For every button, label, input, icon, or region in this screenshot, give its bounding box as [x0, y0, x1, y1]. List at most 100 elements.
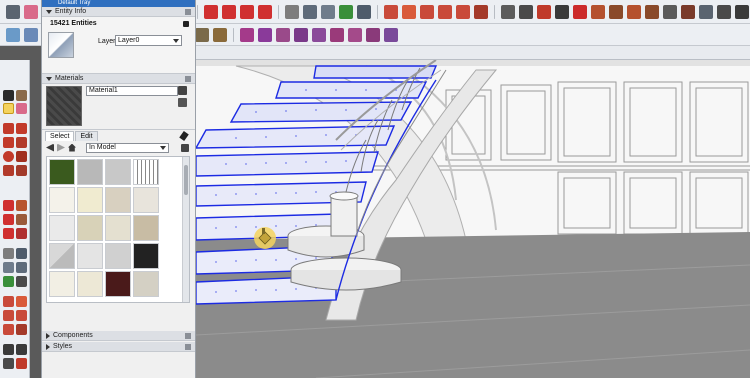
position-camera-icon[interactable]	[3, 344, 14, 355]
entity-info-header[interactable]: Entity Info	[42, 7, 195, 17]
material-swatch[interactable]	[77, 215, 103, 241]
select-arrow-icon[interactable]	[6, 4, 20, 19]
zoom-icon[interactable]	[3, 310, 14, 321]
home-icon[interactable]	[68, 143, 76, 152]
rectangle-icon[interactable]	[3, 137, 14, 148]
dimension-icon[interactable]	[357, 4, 371, 19]
components-section[interactable]: Components	[42, 331, 195, 341]
material-swatch[interactable]	[133, 243, 159, 269]
protractor-icon[interactable]	[3, 262, 14, 273]
material-swatch[interactable]	[105, 271, 131, 297]
offset-icon[interactable]	[258, 4, 272, 19]
material-swatch[interactable]	[133, 215, 159, 241]
materials-header[interactable]: Materials	[42, 74, 195, 84]
scale-icon[interactable]	[240, 4, 254, 19]
layer-select[interactable]: Layer0	[115, 35, 182, 46]
components-header[interactable]: Components	[42, 331, 195, 341]
material-swatch[interactable]	[48, 32, 74, 58]
material-swatch[interactable]	[49, 271, 75, 297]
left-view-icon[interactable]	[681, 4, 695, 19]
pie-icon[interactable]	[16, 165, 27, 176]
plugin-f-icon[interactable]	[330, 27, 344, 42]
3d-text-icon[interactable]	[16, 276, 27, 287]
material-swatch[interactable]	[49, 215, 75, 241]
material-name-field[interactable]: Material1	[86, 86, 178, 96]
axes-icon[interactable]	[3, 276, 14, 287]
details-arrow-icon[interactable]	[181, 144, 189, 152]
plugin-h-icon[interactable]	[366, 27, 380, 42]
swatch-scrollbar[interactable]	[182, 157, 189, 302]
lock-icon[interactable]	[183, 21, 189, 27]
rotate-icon[interactable]	[222, 4, 236, 19]
plugin-c-icon[interactable]	[276, 27, 290, 42]
xray-icon[interactable]	[699, 4, 713, 19]
orbit-icon[interactable]	[3, 296, 14, 307]
protractor-icon[interactable]	[321, 4, 335, 19]
eraser-icon[interactable]	[16, 103, 27, 114]
material-swatch[interactable]	[105, 159, 131, 185]
eraser-icon[interactable]	[24, 4, 38, 19]
material-swatch[interactable]	[77, 271, 103, 297]
plugin-e-icon[interactable]	[312, 27, 326, 42]
paint-bucket-icon[interactable]	[3, 103, 14, 114]
zoom-window-icon[interactable]	[16, 310, 27, 321]
tab-edit[interactable]: Edit	[75, 131, 98, 141]
tape-measure-icon[interactable]	[3, 248, 14, 259]
close-icon[interactable]	[185, 333, 191, 339]
look-around-icon[interactable]	[3, 358, 14, 369]
axes-icon[interactable]	[339, 4, 353, 19]
orbit-icon[interactable]	[384, 4, 398, 19]
plugin-b-icon[interactable]	[258, 27, 272, 42]
iso-view-icon[interactable]	[591, 4, 605, 19]
text-icon[interactable]	[303, 4, 317, 19]
material-swatch[interactable]	[105, 215, 131, 241]
right-view-icon[interactable]	[645, 4, 659, 19]
scroll-thumb[interactable]	[184, 165, 188, 195]
move-icon[interactable]	[204, 4, 218, 19]
back-arrow-icon[interactable]	[46, 143, 54, 152]
close-icon[interactable]	[185, 76, 191, 82]
offset-icon[interactable]	[16, 228, 27, 239]
zoom-window-icon[interactable]	[438, 4, 452, 19]
push-pull-icon[interactable]	[16, 200, 27, 211]
material-swatch[interactable]	[77, 159, 103, 185]
zoom-extents-icon[interactable]	[456, 4, 470, 19]
material-swatch[interactable]	[133, 187, 159, 213]
material-swatch[interactable]	[105, 187, 131, 213]
create-material-icon[interactable]	[178, 98, 187, 107]
walk-icon[interactable]	[16, 344, 27, 355]
material-swatch[interactable]	[133, 271, 159, 297]
material-swatch[interactable]	[49, 187, 75, 213]
material-swatch[interactable]	[77, 243, 103, 269]
previous-view-icon[interactable]	[16, 324, 27, 335]
zoom-icon[interactable]	[420, 4, 434, 19]
polygon-icon[interactable]	[16, 151, 27, 162]
rotated-rectangle-icon[interactable]	[16, 137, 27, 148]
follow-me-icon[interactable]	[16, 214, 27, 225]
dimension-icon[interactable]	[16, 248, 27, 259]
styles-section[interactable]: Styles	[42, 342, 195, 352]
display-secondary-icon[interactable]	[178, 86, 187, 95]
pan-icon[interactable]	[16, 296, 27, 307]
pan-icon[interactable]	[402, 4, 416, 19]
tape-measure-icon[interactable]	[285, 4, 299, 19]
section-display-icon[interactable]	[555, 4, 569, 19]
component-icon[interactable]	[16, 90, 27, 101]
collection-select[interactable]: In Model	[86, 143, 169, 153]
plugin-d-icon[interactable]	[294, 27, 308, 42]
scale-icon[interactable]	[3, 228, 14, 239]
pencil-icon[interactable]	[3, 123, 14, 134]
material-swatch[interactable]	[105, 243, 131, 269]
material-swatch[interactable]	[133, 159, 159, 185]
plugin-i-icon[interactable]	[384, 27, 398, 42]
intersect-icon[interactable]	[24, 27, 38, 42]
freehand-icon[interactable]	[16, 123, 27, 134]
eyedropper-icon[interactable]	[179, 131, 189, 141]
wireframe-icon[interactable]	[717, 4, 731, 19]
front-view-icon[interactable]	[627, 4, 641, 19]
rotate-icon[interactable]	[3, 214, 14, 225]
forward-arrow-icon[interactable]	[57, 143, 65, 152]
shadow-icon[interactable]	[501, 4, 515, 19]
circle-icon[interactable]	[3, 151, 14, 162]
text-icon[interactable]	[16, 262, 27, 273]
